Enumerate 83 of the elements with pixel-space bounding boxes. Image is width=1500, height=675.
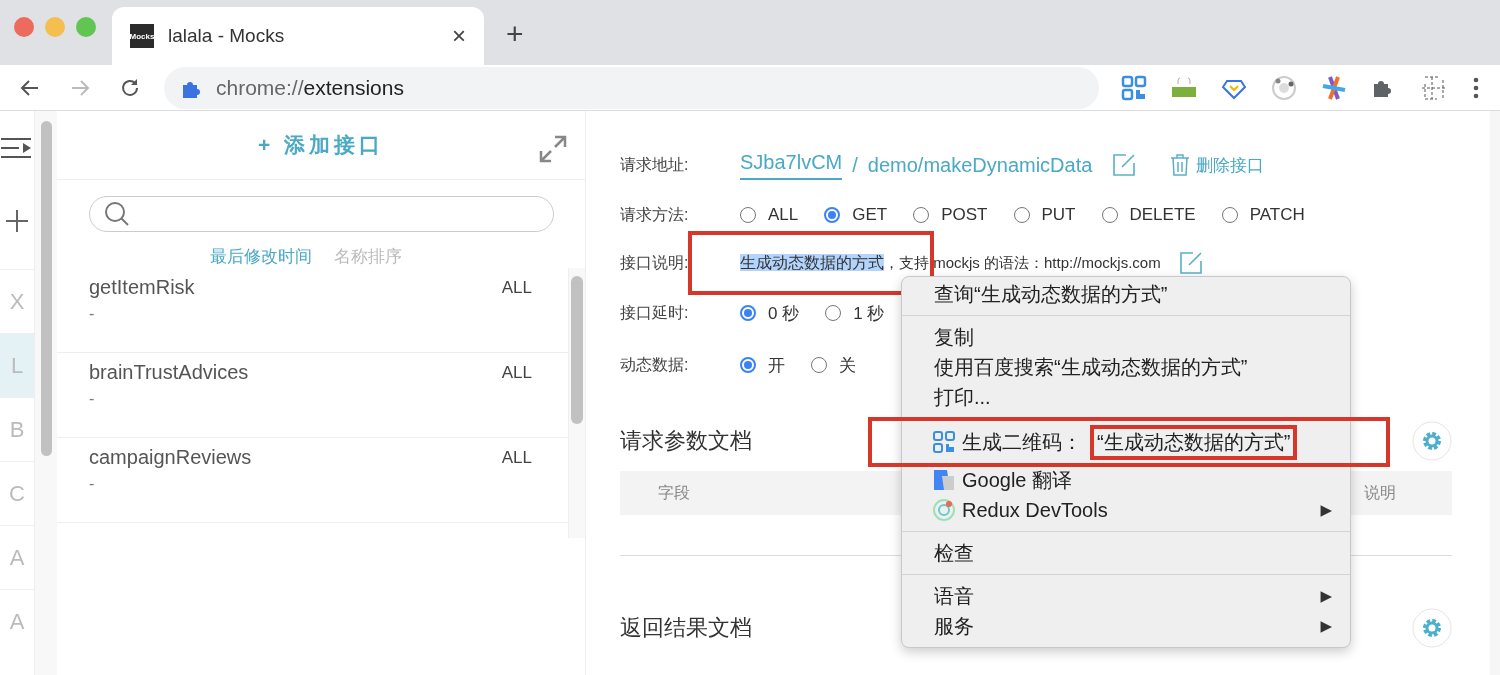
radio-button[interactable]	[740, 207, 756, 223]
field-label: 请求方法:	[620, 204, 690, 225]
address-bar[interactable]: chrome://extensions	[164, 66, 1099, 109]
menu-item[interactable]: 语音 ▶	[902, 581, 1350, 611]
plus-icon[interactable]	[5, 209, 29, 233]
qr-code-icon	[932, 430, 956, 454]
tab-title: lalala - Mocks	[168, 25, 286, 47]
settings-icon[interactable]	[1412, 421, 1452, 461]
field-label: 请求地址:	[620, 154, 690, 175]
menu-item[interactable]: 使用百度搜索“生成动态数据的方式”	[902, 352, 1350, 382]
menu-item[interactable]: Google 翻译	[902, 465, 1350, 495]
field-label: 接口延时:	[620, 302, 690, 323]
interface-name: campaignReviews	[89, 446, 252, 469]
submenu-arrow-icon: ▶	[1320, 501, 1332, 519]
url-text: chrome://extensions	[216, 75, 404, 100]
radar-icon	[932, 498, 956, 522]
trash-icon	[1170, 154, 1191, 176]
menu-item[interactable]: 复制	[902, 322, 1350, 352]
method-label: ALL	[501, 277, 532, 298]
scrollbar-thumb[interactable]	[40, 121, 52, 456]
column-header: 字段	[658, 482, 690, 503]
menu-item[interactable]: 生成二维码： “生成动态数据的方式”	[878, 427, 1380, 457]
column-header: 说明	[1364, 482, 1396, 503]
menu-item[interactable]: 服务 ▶	[902, 611, 1350, 641]
menu-item[interactable]: 打印...	[902, 382, 1350, 412]
edit-icon[interactable]	[1178, 251, 1203, 275]
path-separator: /	[852, 153, 858, 177]
description-text: 生成动态数据的方式，支持 mockjs 的语法：http://mockjs.com	[740, 252, 1161, 273]
radio-label: 1 秒	[853, 302, 885, 325]
radio-label: DELETE	[1129, 205, 1196, 225]
interface-name: brainTrustAdvices	[89, 361, 249, 384]
menu-item[interactable]: 检查	[902, 538, 1350, 568]
more-icon[interactable]	[1473, 76, 1479, 99]
new-tab-button[interactable]: +	[506, 17, 524, 51]
section-title: 返回结果文档	[620, 614, 752, 642]
translate-icon	[932, 468, 956, 492]
radio-button[interactable]	[740, 305, 756, 321]
field-label: 接口说明:	[620, 252, 690, 273]
delete-label: 删除接口	[1196, 154, 1265, 177]
menu-item[interactable]: Redux DevTools ▶	[902, 495, 1350, 525]
scrollbar-track[interactable]	[1490, 111, 1500, 675]
radio-button[interactable]	[811, 357, 827, 373]
method-label: ALL	[501, 447, 532, 468]
radio-label: PUT	[1041, 205, 1076, 225]
settings-icon[interactable]	[1412, 608, 1452, 648]
radio-button[interactable]	[740, 357, 756, 373]
radio-label: POST	[941, 205, 988, 225]
section-title: 请求参数文档	[620, 427, 752, 455]
radio-label: 0 秒	[768, 302, 800, 325]
interface-description: -	[89, 390, 96, 408]
radio-label: PATCH	[1249, 205, 1305, 225]
menu-icon[interactable]	[1, 137, 33, 159]
edit-icon[interactable]	[1112, 153, 1137, 177]
asterisk-icon[interactable]	[1321, 74, 1347, 101]
menu-item[interactable]: 查询“生成动态数据的方式”	[902, 279, 1350, 309]
radio-button[interactable]	[1221, 207, 1238, 223]
radio-button[interactable]	[1013, 207, 1030, 223]
scrollbar-thumb[interactable]	[571, 276, 583, 424]
radio-button[interactable]	[1101, 207, 1118, 223]
interface-description: -	[89, 305, 96, 323]
field-label: 动态数据:	[620, 354, 690, 375]
qr-code-icon[interactable]	[1121, 74, 1147, 101]
method-label: ALL	[501, 362, 532, 383]
radio-button[interactable]	[824, 207, 841, 223]
window-control-icon[interactable]	[14, 17, 34, 37]
submenu-arrow-icon: ▶	[1320, 617, 1332, 635]
interface-description: -	[89, 475, 96, 493]
radio-label: 开	[768, 354, 785, 377]
radio-button[interactable]	[825, 305, 842, 321]
expand-icon[interactable]	[539, 135, 567, 163]
radio-button[interactable]	[913, 207, 930, 223]
api-path: demo/makeDynamicData	[867, 153, 1093, 177]
submenu-arrow-icon: ▶	[1320, 587, 1332, 605]
browser-tab[interactable]: Mocks lalala - Mocks ×	[112, 7, 484, 65]
interface-name: getItemRisk	[89, 276, 195, 299]
radio-label: ALL	[768, 205, 799, 225]
radio-label: GET	[852, 205, 888, 225]
target-icon[interactable]	[1271, 74, 1297, 101]
radio-label: 关	[839, 354, 856, 377]
close-tab-button[interactable]: ×	[452, 22, 466, 50]
favicon-icon: Mocks	[130, 24, 154, 48]
search-icon	[104, 201, 130, 227]
quoted-text: “生成动态数据的方式”	[1090, 424, 1298, 460]
